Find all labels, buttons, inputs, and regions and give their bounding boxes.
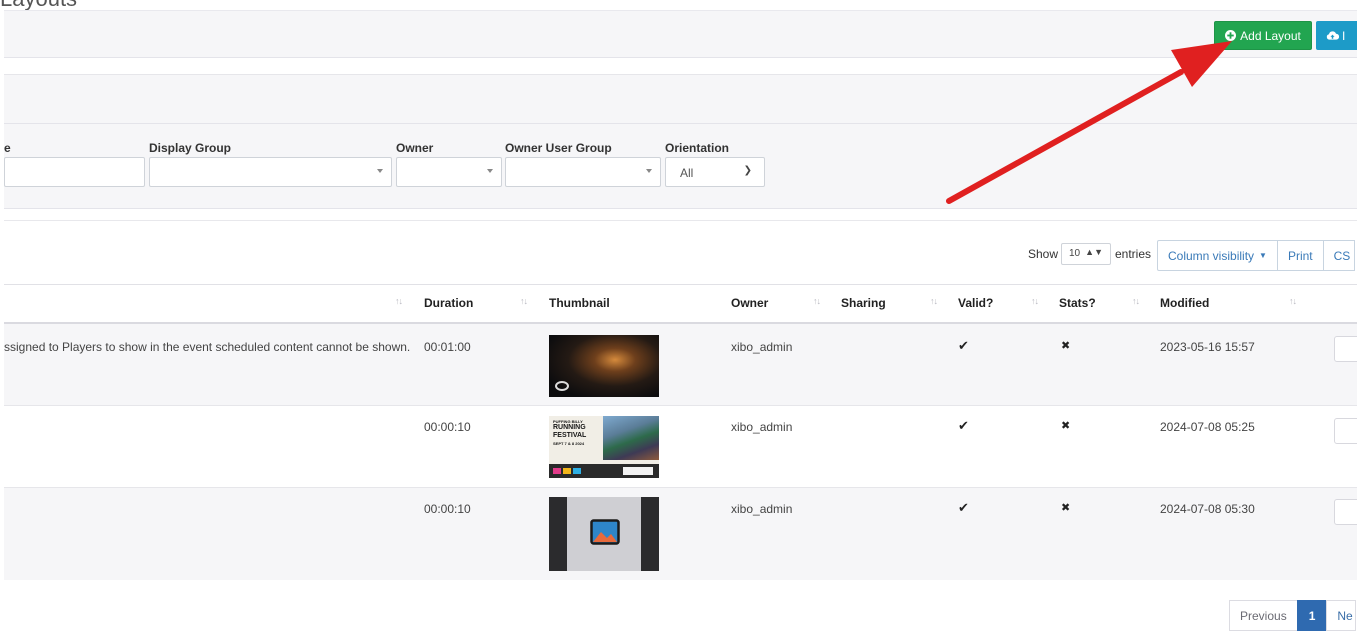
row-actions-button[interactable] [1334,499,1357,525]
row-owner: xibo_admin [731,340,793,354]
thumbnail-swatch [573,468,581,474]
sort-icon[interactable]: ↑↓ [1289,296,1297,306]
row-actions-button[interactable] [1334,418,1357,444]
action-bar [4,10,1357,58]
orientation-label: Orientation [665,141,730,155]
name-filter-label: e [4,141,11,155]
column-header-stats[interactable]: Stats? [1059,296,1096,310]
x-icon: ✖ [1061,340,1071,352]
x-icon: ✖ [1061,420,1071,432]
page-length-select[interactable]: 10 ▲▼ [1061,243,1111,265]
page-length-value: 10 [1069,248,1081,259]
row-duration: 00:01:00 [424,340,471,354]
check-icon: ✔ [958,418,969,433]
sort-icon[interactable]: ↑↓ [930,296,938,306]
row-description: ssigned to Players to show in the event … [4,340,411,354]
import-button[interactable]: I [1316,21,1357,50]
logo-icon [555,381,569,391]
show-label: Show [1028,247,1059,261]
orientation-select[interactable]: All ❯ [665,157,765,187]
caret-down-icon: ▼ [1259,251,1267,260]
up-down-arrows-icon: ▲▼ [1085,247,1103,257]
sort-icon[interactable]: ↑↓ [520,296,528,306]
table-row [4,406,1357,488]
thumbnail-text: SEPT 7 & 8 2024 [553,441,585,446]
table-button-group: Column visibility ▼ Print CS [1157,240,1356,271]
owner-select[interactable] [396,157,502,187]
layout-thumbnail[interactable] [549,497,659,571]
thumbnail-swatch [563,468,571,474]
row-owner: xibo_admin [731,420,793,434]
page-1-button[interactable]: 1 [1296,600,1328,631]
owner-user-group-label: Owner User Group [505,141,612,155]
x-icon: ✖ [1061,502,1071,514]
section-header [4,74,1357,124]
sort-icon[interactable]: ↑↓ [813,296,821,306]
column-header-valid[interactable]: Valid? [958,296,993,310]
layout-thumbnail[interactable]: PUFFING BILLY RUNNING FESTIVAL SEPT 7 & … [549,416,659,478]
image-placeholder-icon [590,519,620,545]
cloud-upload-icon [1326,31,1339,40]
csv-button[interactable]: CS [1322,240,1356,271]
check-icon: ✔ [958,338,969,353]
row-modified: 2024-07-08 05:25 [1160,420,1255,434]
thumbnail-bar [549,497,567,571]
table-row [4,324,1357,406]
sort-icon[interactable]: ↑↓ [395,296,403,306]
display-group-label: Display Group [149,141,232,155]
layout-thumbnail[interactable] [549,335,659,397]
dropdown-arrow-icon [487,169,493,173]
column-visibility-button[interactable]: Column visibility ▼ [1157,240,1278,271]
dropdown-arrow-icon [646,169,652,173]
column-header-owner[interactable]: Owner [731,296,768,310]
chevron-down-icon: ❯ [743,165,752,176]
column-header-thumbnail[interactable]: Thumbnail [549,296,610,310]
column-header-modified[interactable]: Modified [1160,296,1209,310]
row-modified: 2024-07-08 05:30 [1160,502,1255,516]
check-icon: ✔ [958,500,969,515]
thumbnail-text: RUNNING [553,424,586,431]
owner-user-group-select[interactable] [505,157,661,187]
owner-label: Owner [396,141,434,155]
add-layout-button[interactable]: Add Layout [1214,21,1312,50]
table-header [4,284,1357,324]
print-button[interactable]: Print [1276,240,1324,271]
row-duration: 00:00:10 [424,502,471,516]
table-row [4,488,1357,580]
entries-label: entries [1115,247,1152,261]
import-label: I [1342,28,1346,43]
thumbnail-text: FESTIVAL [553,432,587,439]
sort-icon[interactable]: ↑↓ [1132,296,1140,306]
orientation-value: All [680,166,694,180]
row-owner: xibo_admin [731,502,793,516]
name-filter-input[interactable] [4,157,145,187]
display-group-select[interactable] [149,157,392,187]
pagination: Previous 1 Ne [1229,600,1356,631]
row-actions-button[interactable] [1334,336,1357,362]
row-modified: 2023-05-16 15:57 [1160,340,1255,354]
add-layout-label: Add Layout [1240,28,1301,43]
photo-image [603,416,659,460]
plus-circle-icon [1225,30,1237,41]
column-header-sharing[interactable]: Sharing [841,296,886,310]
row-duration: 00:00:10 [424,420,471,434]
column-header-duration[interactable]: Duration [424,296,473,310]
thumbnail-swatch [553,468,561,474]
thumbnail-bar [641,497,659,571]
sort-icon[interactable]: ↑↓ [1031,296,1039,306]
next-page-button[interactable]: Ne [1326,600,1356,631]
divider [4,220,1357,221]
thumbnail-button [623,467,653,475]
dropdown-arrow-icon [377,169,383,173]
previous-page-button[interactable]: Previous [1229,600,1298,631]
column-visibility-label: Column visibility [1168,248,1255,263]
